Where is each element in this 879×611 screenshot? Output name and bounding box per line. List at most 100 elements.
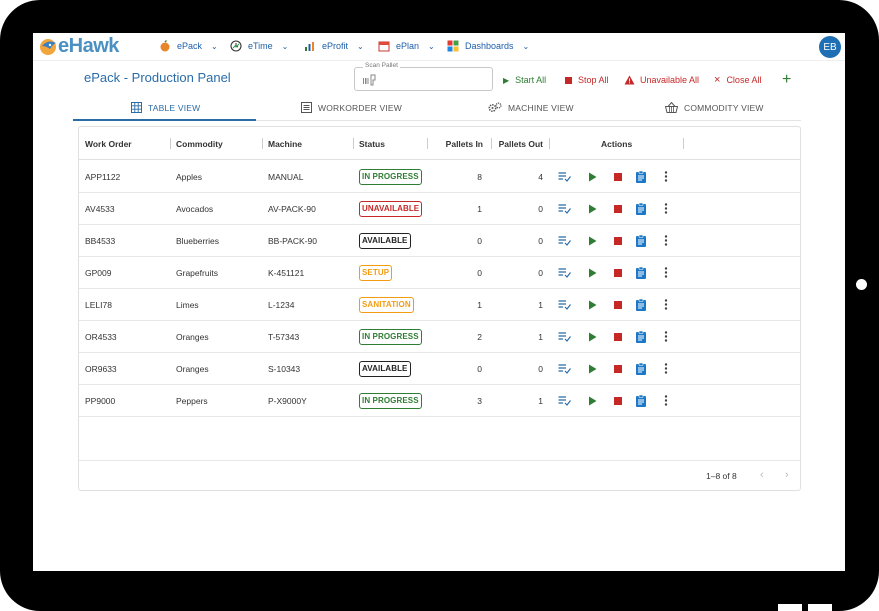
- stop-icon[interactable]: [611, 266, 624, 279]
- more-vert-icon[interactable]: [659, 362, 672, 375]
- cell-pallets-out: 1: [538, 395, 543, 406]
- logo[interactable]: eHawk: [38, 35, 119, 58]
- cell-work-order: OR4533: [85, 331, 117, 342]
- cell-machine: AV-PACK-90: [268, 203, 316, 214]
- table-row[interactable]: BB4533 Blueberries BB-PACK-90 AVAILABLE …: [79, 225, 800, 257]
- stop-icon: [565, 76, 572, 84]
- queue-list-icon[interactable]: [558, 202, 571, 215]
- clipboard-icon[interactable]: [634, 170, 647, 183]
- stop-icon[interactable]: [611, 202, 624, 215]
- cell-pallets-out: 0: [538, 203, 543, 214]
- col-status[interactable]: Status: [359, 127, 385, 160]
- play-icon[interactable]: [586, 394, 599, 407]
- tablet-button-right: [808, 604, 832, 611]
- cell-pallets-out: 1: [538, 331, 543, 342]
- status-badge: IN PROGRESS: [359, 168, 422, 185]
- stop-icon[interactable]: [611, 394, 624, 407]
- play-icon[interactable]: [586, 234, 599, 247]
- play-icon[interactable]: [586, 202, 599, 215]
- unavailable-all-button[interactable]: Unavailable All: [624, 75, 699, 85]
- tab-machine-view[interactable]: MACHINE VIEW: [488, 94, 574, 121]
- clipboard-icon[interactable]: [634, 298, 647, 311]
- queue-list-icon[interactable]: [558, 298, 571, 311]
- stop-icon[interactable]: [611, 362, 624, 375]
- nav-dashboards[interactable]: Dashboards ⌄: [447, 40, 529, 52]
- queue-list-icon[interactable]: [558, 394, 571, 407]
- tab-commodity-view[interactable]: COMMODITY VIEW: [665, 94, 764, 121]
- more-vert-icon[interactable]: [659, 298, 672, 311]
- next-page-button[interactable]: ›: [785, 469, 789, 481]
- cell-status: SANITATION: [359, 289, 414, 320]
- table-row[interactable]: LELI78 Limes L-1234 SANITATION 1 1: [79, 289, 800, 321]
- queue-list-icon[interactable]: [558, 170, 571, 183]
- scan-pallet-field[interactable]: Scan Pallet: [354, 62, 493, 91]
- avatar[interactable]: EB: [819, 36, 841, 58]
- tab-table-view[interactable]: TABLE VIEW: [131, 94, 200, 121]
- table-row[interactable]: OR4533 Oranges T-57343 IN PROGRESS 2 1: [79, 321, 800, 353]
- more-vert-icon[interactable]: [659, 330, 672, 343]
- queue-list-icon[interactable]: [558, 234, 571, 247]
- clipboard-icon[interactable]: [634, 330, 647, 343]
- prev-page-button[interactable]: ‹: [760, 469, 764, 481]
- clipboard-icon[interactable]: [634, 234, 647, 247]
- cell-work-order: OR9633: [85, 363, 117, 374]
- nav-eprofit[interactable]: eProfit ⌄: [304, 40, 364, 52]
- col-pallets-out[interactable]: Pallets Out: [493, 127, 543, 160]
- stop-icon[interactable]: [611, 298, 624, 311]
- queue-list-icon[interactable]: [558, 330, 571, 343]
- table-row[interactable]: GP009 Grapefruits K-451121 SETUP 0 0: [79, 257, 800, 289]
- add-button[interactable]: +: [782, 71, 791, 89]
- nav-etime[interactable]: eTime ⌄: [230, 40, 288, 52]
- col-divider: [170, 138, 171, 149]
- cell-commodity: Limes: [176, 299, 199, 310]
- cell-work-order: PP9000: [85, 395, 116, 406]
- play-icon[interactable]: [586, 362, 599, 375]
- play-icon[interactable]: [586, 170, 599, 183]
- chevron-down-icon: ⌄: [428, 41, 435, 51]
- status-badge: SETUP: [359, 264, 393, 281]
- stop-icon[interactable]: [611, 234, 624, 247]
- nav-eplan[interactable]: ePlan ⌄: [378, 40, 435, 52]
- col-divider: [427, 138, 428, 149]
- col-work-order[interactable]: Work Order: [85, 127, 132, 160]
- start-all-button[interactable]: ▶ Start All: [503, 75, 546, 85]
- table-row[interactable]: APP1122 Apples MANUAL IN PROGRESS 8 4: [79, 161, 800, 193]
- stop-icon[interactable]: [611, 170, 624, 183]
- more-vert-icon[interactable]: [659, 170, 672, 183]
- cell-pallets-in: 2: [477, 331, 482, 342]
- queue-list-icon[interactable]: [558, 266, 571, 279]
- more-vert-icon[interactable]: [659, 266, 672, 279]
- chart-icon: [305, 42, 314, 51]
- cell-status: IN PROGRESS: [359, 161, 422, 192]
- more-vert-icon[interactable]: [659, 234, 672, 247]
- table-row[interactable]: PP9000 Peppers P-X9000Y IN PROGRESS 3 1: [79, 385, 800, 417]
- cell-pallets-in: 3: [477, 395, 482, 406]
- play-icon[interactable]: [586, 266, 599, 279]
- tab-workorder-view[interactable]: WORKORDER VIEW: [301, 94, 402, 121]
- clipboard-icon[interactable]: [634, 394, 647, 407]
- play-icon[interactable]: [586, 330, 599, 343]
- col-pallets-in[interactable]: Pallets In: [435, 127, 483, 160]
- play-icon[interactable]: [586, 298, 599, 311]
- close-all-button[interactable]: × Close All: [714, 74, 761, 85]
- more-vert-icon[interactable]: [659, 202, 672, 215]
- queue-list-icon[interactable]: [558, 362, 571, 375]
- cell-commodity: Peppers: [176, 395, 208, 406]
- status-badge: UNAVAILABLE: [359, 200, 423, 217]
- table-row[interactable]: AV4533 Avocados AV-PACK-90 UNAVAILABLE 1…: [79, 193, 800, 225]
- clipboard-icon[interactable]: [634, 362, 647, 375]
- cell-status: IN PROGRESS: [359, 321, 422, 352]
- clipboard-icon[interactable]: [634, 202, 647, 215]
- col-machine[interactable]: Machine: [268, 127, 302, 160]
- clipboard-icon[interactable]: [634, 266, 647, 279]
- workorder-table: Work Order Commodity Machine Status Pall…: [78, 126, 801, 491]
- col-commodity[interactable]: Commodity: [176, 127, 223, 160]
- more-vert-icon[interactable]: [659, 394, 672, 407]
- cell-pallets-out: 4: [538, 171, 543, 182]
- nav-epack[interactable]: ePack ⌄: [159, 40, 218, 52]
- dashboard-icon: [447, 40, 459, 52]
- cell-pallets-in: 0: [477, 267, 482, 278]
- stop-icon[interactable]: [611, 330, 624, 343]
- table-row[interactable]: OR9633 Oranges S-10343 AVAILABLE 0 0: [79, 353, 800, 385]
- stop-all-button[interactable]: Stop All: [565, 75, 609, 85]
